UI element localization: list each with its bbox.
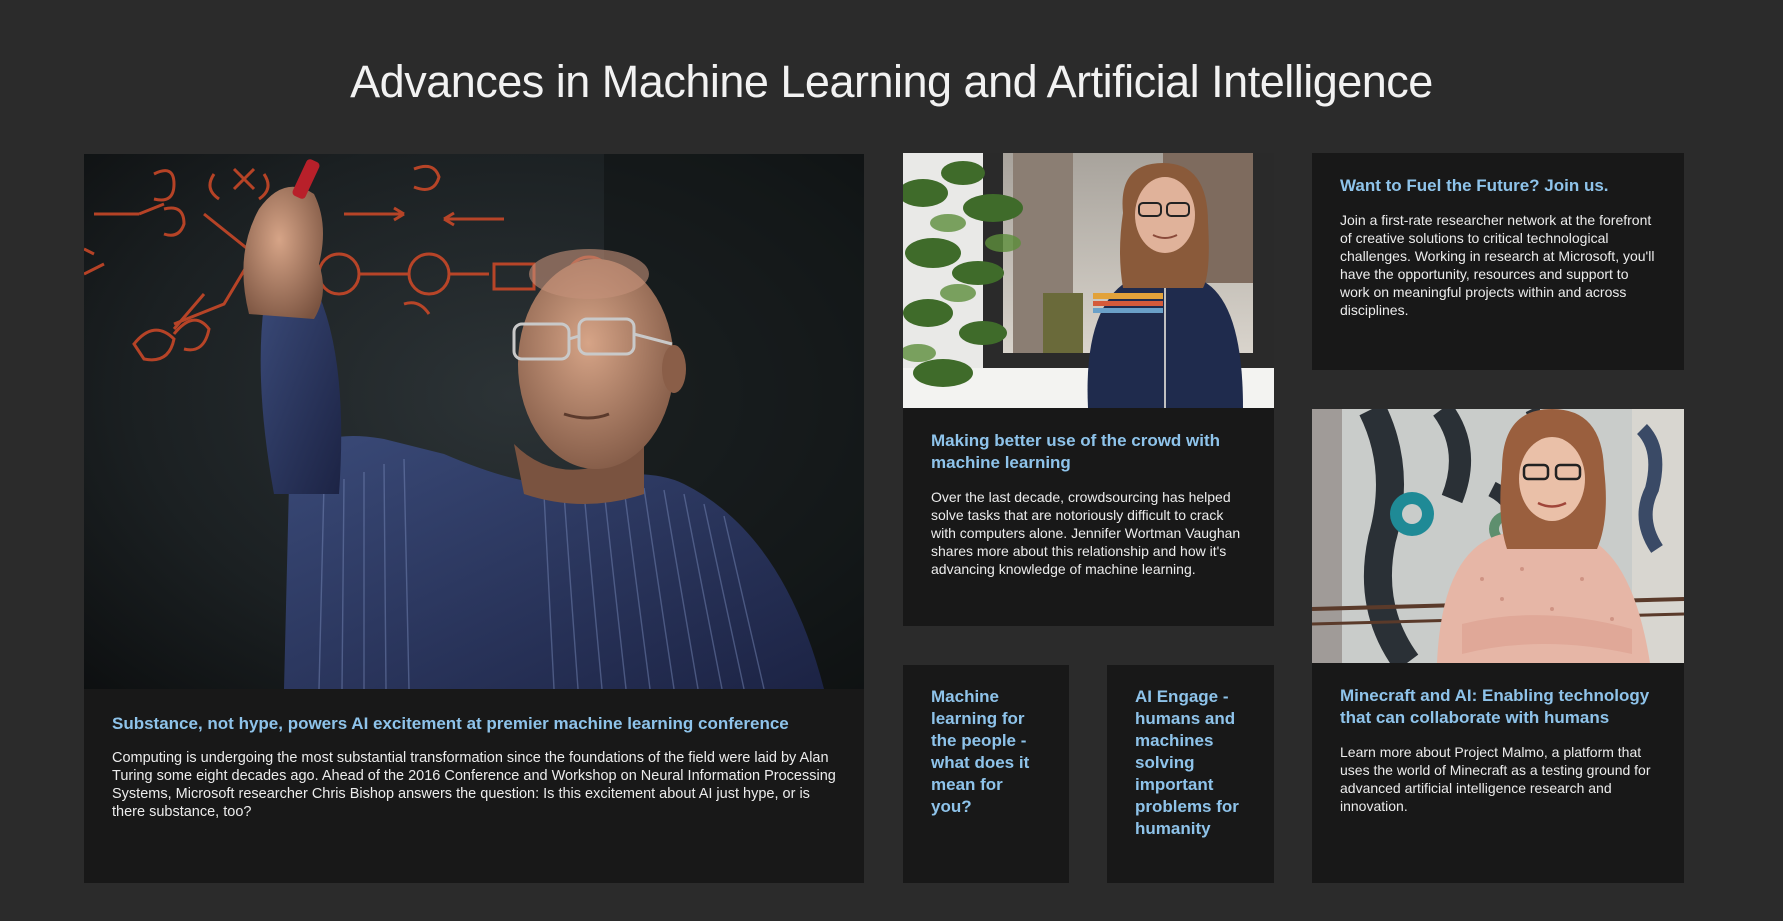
join-description: Join a first-rate researcher network at … — [1340, 212, 1655, 318]
join-title-link[interactable]: Want to Fuel the Future? Join us. — [1340, 175, 1656, 197]
ai-engage-title-link[interactable]: AI Engage - humans and machines solving … — [1135, 686, 1246, 840]
researcher-portrait-photo-icon — [1312, 409, 1684, 663]
minecraft-title-link[interactable]: Minecraft and AI: Enabling technology th… — [1340, 685, 1656, 729]
crowd-description: Over the last decade, crowdsourcing has … — [931, 489, 1241, 577]
hero-title-link[interactable]: Substance, not hype, powers AI excitemen… — [112, 713, 836, 735]
hero-image[interactable] — [84, 154, 864, 689]
hero-description: Computing is undergoing the most substan… — [112, 750, 836, 820]
minecraft-image[interactable] — [1312, 409, 1684, 663]
page-title: Advances in Machine Learning and Artific… — [350, 56, 1433, 107]
crowd-card[interactable]: Making better use of the crowd with mach… — [903, 153, 1274, 626]
hero-card[interactable]: Substance, not hype, powers AI excitemen… — [84, 154, 864, 883]
minecraft-description: Learn more about Project Malmo, a platfo… — [1340, 744, 1651, 814]
ml-people-card[interactable]: Machine learning for the people - what d… — [903, 665, 1069, 883]
join-card[interactable]: Want to Fuel the Future? Join us. Join a… — [1312, 153, 1684, 370]
crowd-title-link[interactable]: Making better use of the crowd with mach… — [931, 430, 1246, 474]
ml-people-title-link[interactable]: Machine learning for the people - what d… — [931, 686, 1041, 818]
crowd-image[interactable] — [903, 153, 1274, 408]
minecraft-card[interactable]: Minecraft and AI: Enabling technology th… — [1312, 409, 1684, 883]
ai-engage-card[interactable]: AI Engage - humans and machines solving … — [1107, 665, 1274, 883]
researcher-portrait-photo-icon — [903, 153, 1274, 408]
person-whiteboard-photo-icon — [84, 154, 864, 689]
